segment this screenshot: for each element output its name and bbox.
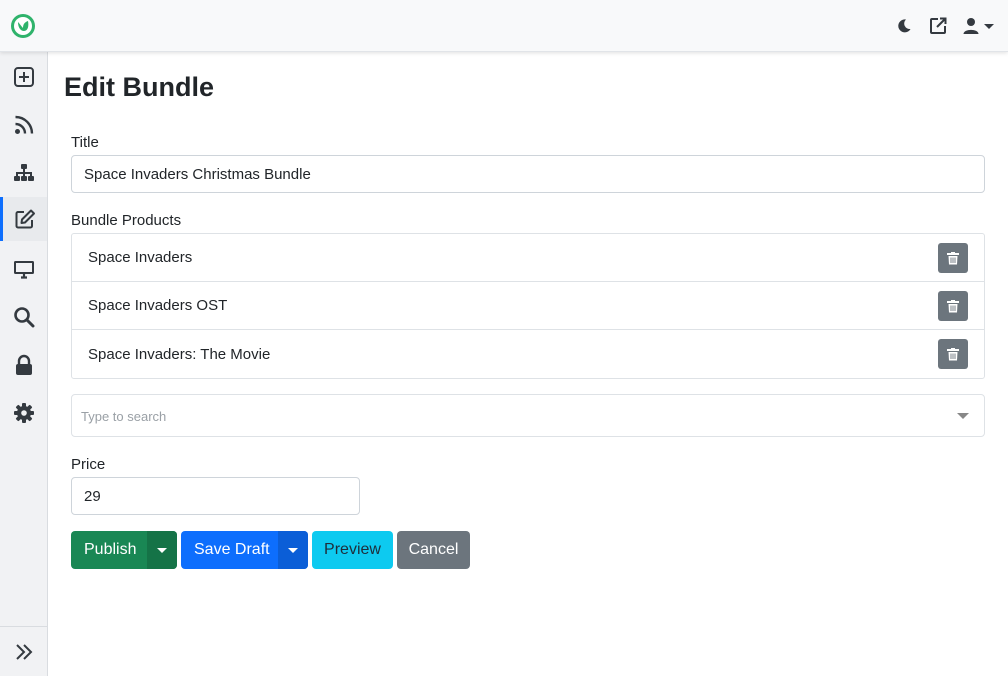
external-link-icon[interactable] — [928, 16, 948, 36]
page-title: Edit Bundle — [64, 72, 214, 102]
publish-options-toggle[interactable] — [147, 531, 177, 569]
product-name: Space Invaders: The Movie — [88, 345, 271, 363]
user-icon — [963, 18, 979, 34]
chevron-down-icon[interactable] — [957, 413, 969, 419]
plus-square-icon — [13, 67, 34, 87]
publish-label: Publish — [84, 541, 137, 558]
cancel-button[interactable]: Cancel — [397, 531, 470, 569]
price-input[interactable]: 29 — [71, 477, 360, 515]
price-label: Price — [71, 456, 106, 473]
leaf-logo-icon[interactable] — [10, 13, 36, 39]
sidebar-item-security[interactable] — [0, 343, 47, 387]
sidebar-item-feed[interactable] — [0, 103, 47, 147]
sidebar-item-search[interactable] — [0, 295, 47, 339]
sidebar-item-add[interactable] — [0, 55, 47, 99]
caret-down-icon — [288, 547, 298, 553]
trash-icon — [947, 251, 959, 264]
trash-icon — [947, 299, 959, 312]
sidebar-item-sitemap[interactable] — [0, 151, 47, 195]
remove-product-button[interactable] — [938, 243, 968, 273]
sidebar-item-settings[interactable] — [0, 391, 47, 435]
list-item: Space Invaders — [72, 234, 984, 282]
rss-icon — [14, 115, 33, 134]
product-search-select[interactable]: Type to search — [71, 394, 985, 437]
save-draft-options-toggle[interactable] — [278, 531, 308, 569]
trash-icon — [947, 347, 959, 360]
main-content: Edit Bundle Title Space Invaders Christm… — [48, 52, 1008, 676]
chevron-down-icon — [984, 23, 994, 29]
remove-product-button[interactable] — [938, 339, 968, 369]
search-placeholder: Type to search — [81, 409, 167, 424]
sidebar — [0, 52, 48, 676]
product-name: Space Invaders — [88, 249, 193, 266]
top-bar — [0, 0, 1008, 52]
product-name: Space Invaders OST — [88, 297, 228, 314]
publish-button[interactable]: Publish — [71, 531, 177, 569]
remove-product-button[interactable] — [938, 291, 968, 321]
user-menu[interactable] — [962, 17, 994, 35]
gear-icon — [13, 403, 34, 423]
save-draft-label: Save Draft — [194, 541, 270, 558]
edit-icon — [15, 209, 35, 229]
caret-down-icon — [157, 547, 167, 553]
sidebar-collapse-toggle[interactable] — [0, 626, 47, 676]
save-draft-button[interactable]: Save Draft — [181, 531, 308, 569]
title-label: Title — [71, 134, 99, 151]
bundle-products-label: Bundle Products — [71, 212, 182, 229]
preview-button[interactable]: Preview — [312, 531, 393, 569]
title-input[interactable]: Space Invaders Christmas Bundle — [71, 155, 985, 193]
lock-icon — [15, 354, 32, 375]
sitemap-icon — [13, 164, 34, 181]
sidebar-item-display[interactable] — [0, 247, 47, 291]
moon-icon[interactable] — [894, 16, 914, 36]
list-item: Space Invaders: The Movie — [72, 330, 984, 378]
double-chevron-right-icon — [15, 643, 32, 660]
list-item: Space Invaders OST — [72, 282, 984, 330]
search-icon — [13, 307, 34, 328]
bundle-products-list: Space Invaders Space Invaders OST Space … — [71, 233, 985, 379]
sidebar-item-edit[interactable] — [0, 197, 47, 241]
desktop-icon — [13, 261, 34, 279]
